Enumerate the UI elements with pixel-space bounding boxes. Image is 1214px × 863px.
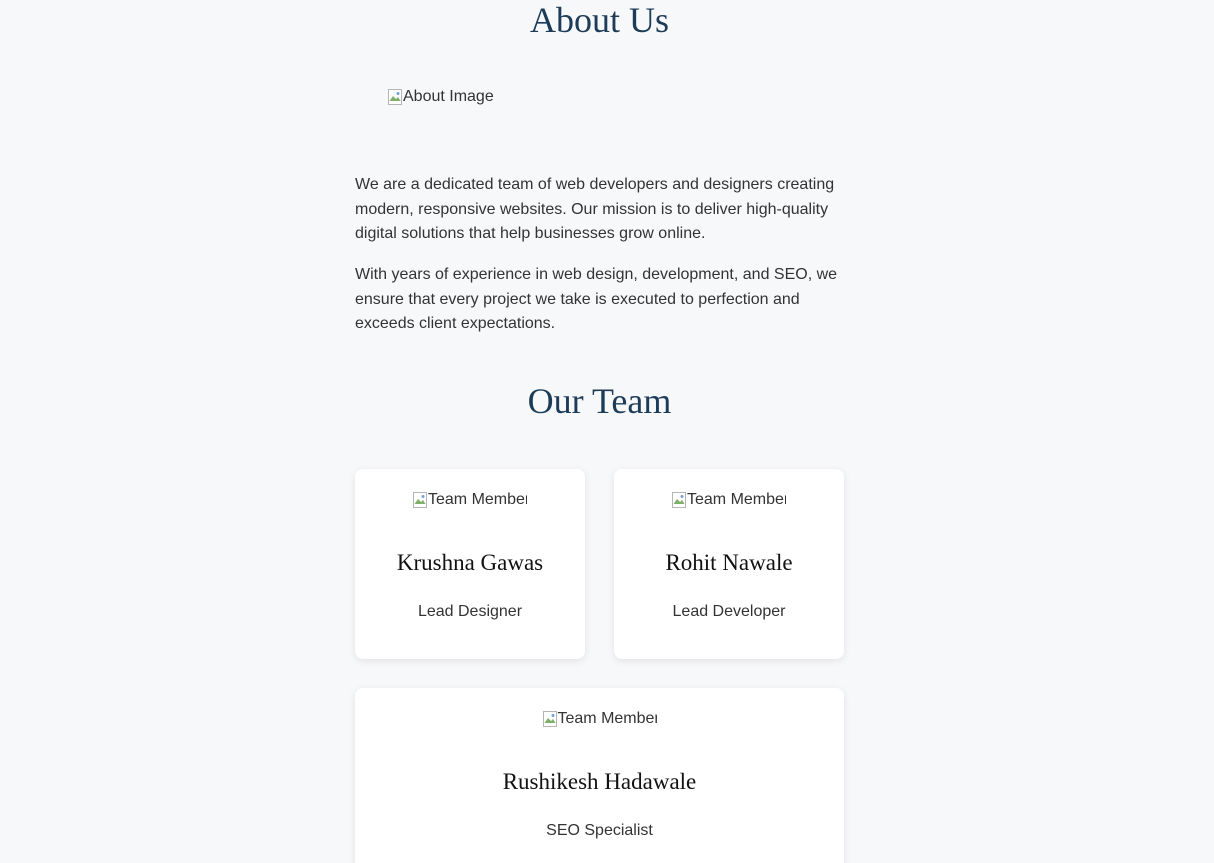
team-member-image: Team Member <box>672 489 786 511</box>
team-member-role: Lead Developer <box>672 603 786 620</box>
team-card: Team Member Krushna Gawas Lead Designer <box>355 469 585 659</box>
team-member-image-alt: Team Member <box>428 491 527 508</box>
about-image: About Image <box>388 86 494 108</box>
team-member-image-alt: Team Member <box>687 491 786 508</box>
team-title: Our Team <box>527 381 672 421</box>
team-card: Team Member Rushikesh Hadawale SEO Speci… <box>355 688 844 863</box>
team-member-name: Krushna Gawas <box>396 550 544 575</box>
team-member-name: Rushikesh Hadawale <box>502 769 697 794</box>
team-member-image-alt: Team Member <box>557 710 657 727</box>
team-member-role: Lead Designer <box>417 603 523 620</box>
team-card: Team Member Rohit Nawale Lead Developer <box>614 469 844 659</box>
about-image-alt: About Image <box>403 88 494 105</box>
team-member-image: Team Member <box>542 708 657 730</box>
broken-image-icon <box>388 89 402 105</box>
broken-image-icon <box>413 492 427 508</box>
broken-image-icon <box>542 711 557 727</box>
about-paragraph-2: With years of experience in web design, … <box>355 266 838 332</box>
team-member-name: Rohit Nawale <box>665 550 793 575</box>
page: About Us About Image We are a dedicated … <box>0 0 1214 863</box>
team-member-image: Team Member <box>413 489 527 511</box>
broken-image-icon <box>672 492 686 508</box>
about-title: About Us <box>529 0 669 40</box>
team-member-role: SEO Specialist <box>546 822 653 839</box>
about-paragraph-1: We are a dedicated team of web developer… <box>355 176 835 242</box>
